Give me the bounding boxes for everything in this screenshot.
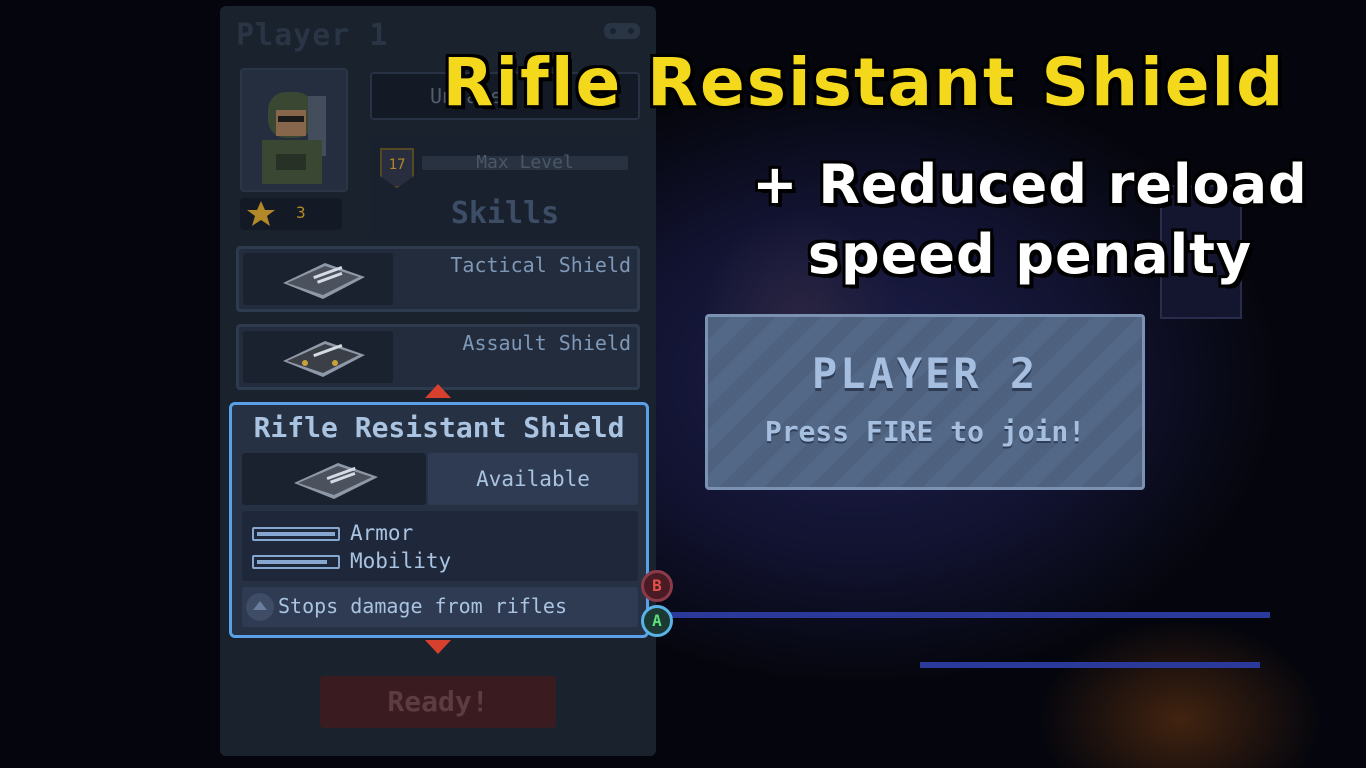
item-description: Stops damage from rifles (242, 587, 638, 627)
caption-title: Rifle Resistant Shield (442, 44, 1286, 121)
a-button[interactable]: A (641, 605, 673, 637)
selected-item-thumbnail (242, 453, 426, 505)
shield-icon (283, 263, 365, 299)
item-status: Available (428, 453, 638, 505)
item-tactical-shield[interactable]: Tactical Shield (236, 246, 640, 312)
selected-item-title: Rifle Resistant Shield (253, 411, 625, 444)
item-label: Tactical Shield (450, 253, 631, 277)
info-chevron-icon (246, 593, 274, 621)
item-label: Assault Shield (462, 331, 631, 355)
rank-box: 3 (240, 198, 342, 230)
stat-fill (257, 532, 335, 536)
gamepad-icon (604, 23, 640, 39)
player2-join-box[interactable]: PLAYER 2 Press FIRE to join! (705, 314, 1145, 490)
level-label: Max Level (476, 152, 574, 173)
rank-value: 3 (296, 203, 306, 222)
soldier-portrait (240, 68, 348, 192)
b-button[interactable]: B (641, 570, 673, 602)
item-thumbnail (243, 331, 393, 383)
description-text: Stops damage from rifles (278, 594, 567, 618)
caption-subtitle: + Reduced reload speed penalty (730, 150, 1330, 290)
skills-button[interactable]: Skills (370, 196, 640, 231)
caption-subtitle-line2: speed penalty (807, 223, 1253, 286)
caption-subtitle-line1: + Reduced reload (752, 153, 1308, 216)
player1-header: Player 1 (236, 18, 389, 53)
item-assault-shield[interactable]: Assault Shield (236, 324, 640, 390)
item-thumbnail (243, 253, 393, 305)
shield-icon (294, 463, 378, 499)
level-area: 17 Max Level Skills (370, 138, 640, 238)
soldier-avatar-icon (262, 92, 326, 184)
ready-button[interactable]: Ready! (320, 676, 556, 728)
selected-item-card[interactable]: Rifle Resistant Shield Available Armor M… (229, 402, 649, 638)
stat-label: Mobility (350, 549, 452, 573)
star-icon (247, 201, 275, 226)
shield-icon (283, 341, 365, 377)
background-rail (660, 612, 1270, 618)
stat-label: Armor (350, 521, 414, 545)
level-bar: Max Level (422, 152, 628, 173)
chevron-down-icon[interactable] (425, 640, 451, 654)
stat-fill (257, 560, 327, 564)
player2-prompt: Press FIRE to join! (764, 415, 1086, 448)
stat-bar (252, 527, 340, 541)
level-badge: 17 (380, 148, 414, 188)
background-rail (920, 662, 1260, 668)
item-stats: Armor Mobility (242, 511, 638, 581)
player2-title: PLAYER 2 (811, 349, 1039, 398)
stat-bar (252, 555, 340, 569)
chevron-up-icon[interactable] (425, 384, 451, 398)
